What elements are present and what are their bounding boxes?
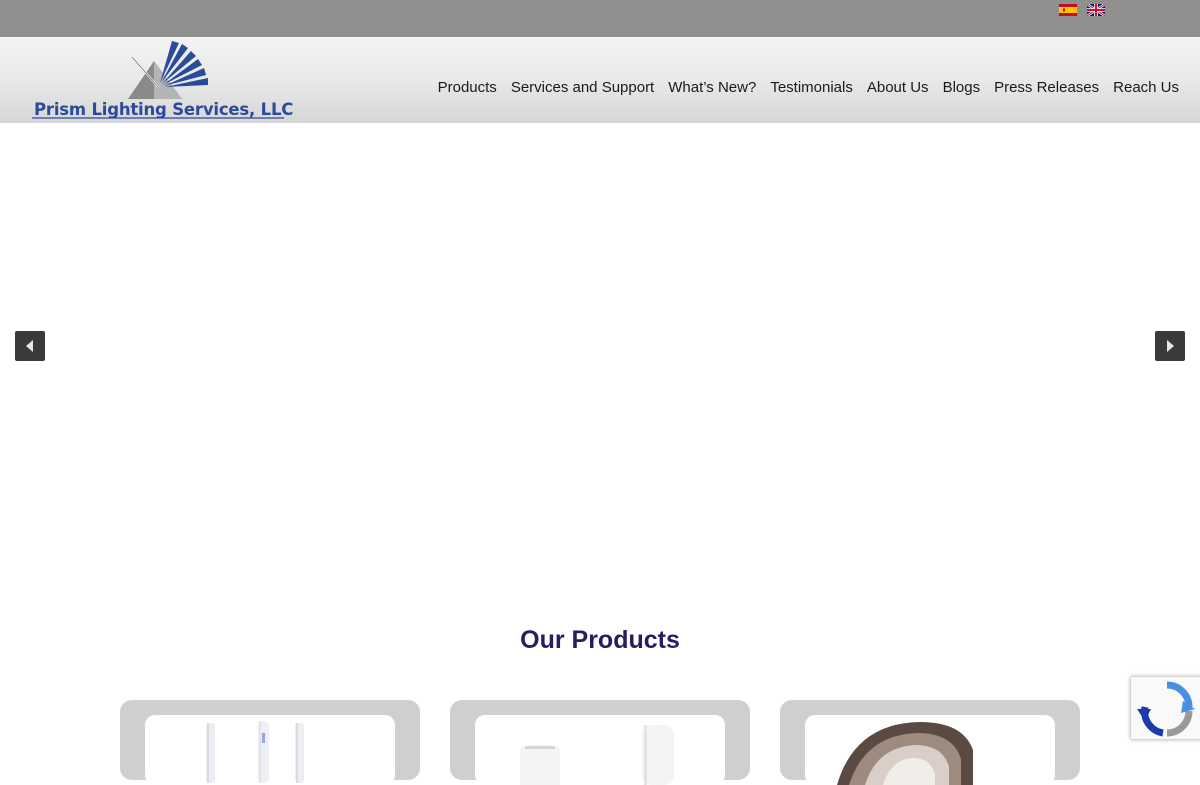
product-image bbox=[475, 715, 725, 785]
slider-prev-button[interactable] bbox=[15, 331, 45, 361]
spain-flag-icon[interactable] bbox=[1059, 3, 1077, 16]
site-header: Prism Lighting Services, LLC Products Se… bbox=[0, 37, 1200, 123]
nav-item-whats-new[interactable]: What’s New? bbox=[668, 79, 756, 96]
product-card[interactable] bbox=[450, 700, 750, 785]
top-bar bbox=[0, 0, 1200, 37]
product-image bbox=[805, 715, 1055, 785]
main-nav: Products Services and Support What’s New… bbox=[438, 79, 1179, 96]
nav-item-press-releases[interactable]: Press Releases bbox=[994, 79, 1099, 96]
nav-item-testimonials[interactable]: Testimonials bbox=[770, 79, 853, 96]
hero-slider bbox=[0, 123, 1200, 593]
slider-next-button[interactable] bbox=[1155, 331, 1185, 361]
nav-item-services-support[interactable]: Services and Support bbox=[511, 79, 654, 96]
nav-item-about-us[interactable]: About Us bbox=[867, 79, 929, 96]
recaptcha-badge[interactable] bbox=[1130, 676, 1200, 740]
product-card[interactable] bbox=[780, 700, 1080, 785]
brand-name: Prism Lighting Services, LLC bbox=[34, 100, 294, 119]
uk-flag-icon[interactable] bbox=[1086, 3, 1106, 17]
nav-item-products[interactable]: Products bbox=[438, 79, 497, 96]
product-image bbox=[145, 715, 395, 785]
logo[interactable]: Prism Lighting Services, LLC bbox=[32, 39, 294, 121]
chevron-right-icon bbox=[1167, 340, 1174, 352]
recaptcha-icon bbox=[1137, 681, 1195, 737]
section-title-our-products: Our Products bbox=[520, 626, 680, 654]
product-card[interactable] bbox=[120, 700, 420, 785]
nav-item-blogs[interactable]: Blogs bbox=[943, 79, 981, 96]
nav-item-reach-us[interactable]: Reach Us bbox=[1113, 79, 1179, 96]
chevron-left-icon bbox=[26, 340, 33, 352]
